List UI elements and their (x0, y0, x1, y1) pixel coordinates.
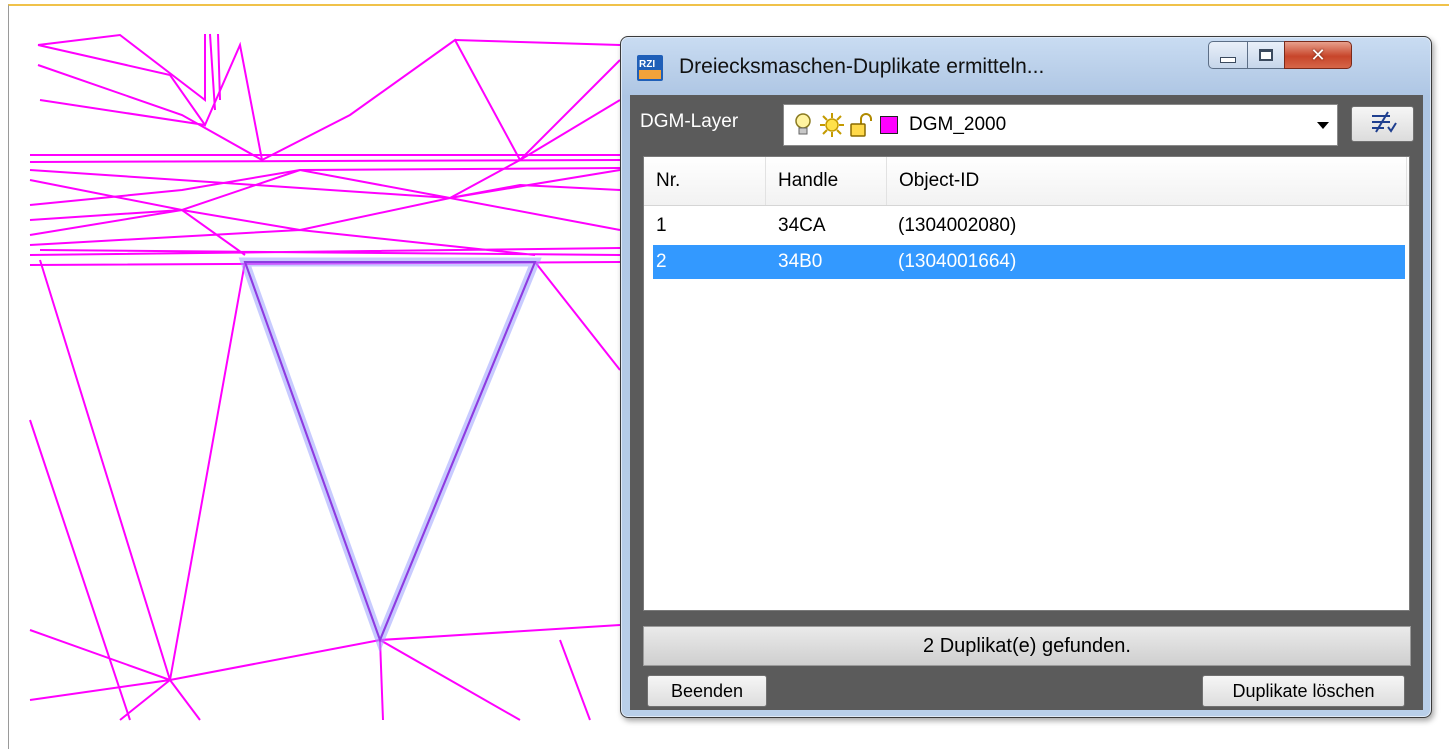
row-handle: 34CA (778, 215, 826, 236)
row-object-id: (1304002080) (898, 215, 1017, 236)
close-icon: ✕ (1310, 44, 1326, 66)
list-header: Nr. Handle Object-ID (644, 157, 1409, 206)
layer-name: DGM_2000 (909, 114, 1007, 135)
delete-duplicates-button[interactable]: Duplikate löschen (1202, 675, 1405, 707)
mesh-lines (29, 33, 621, 721)
chevron-down-icon[interactable] (1317, 122, 1329, 129)
maximize-button[interactable] (1247, 41, 1285, 69)
layer-state-icons: DGM_2000 (790, 110, 1006, 140)
rzi-app-icon: RZI (636, 54, 664, 82)
maximize-icon (1259, 49, 1273, 61)
column-header-handle[interactable]: Handle (766, 157, 887, 205)
status-bar: 2 Duplikat(e) gefunden. (643, 626, 1411, 666)
table-row[interactable]: 1 34CA (1304002080) (653, 209, 1405, 243)
layer-select-icon (1368, 109, 1398, 140)
close-dialog-button[interactable]: Beenden (647, 675, 767, 707)
row-object-id: (1304001664) (898, 251, 1017, 272)
column-header-nr[interactable]: Nr. (644, 157, 766, 205)
column-header-object-id[interactable]: Object-ID (887, 157, 1407, 205)
layer-select-button[interactable] (1351, 106, 1414, 142)
close-button[interactable]: ✕ (1284, 41, 1352, 69)
svg-text:RZI: RZI (639, 59, 655, 70)
table-row-selected[interactable]: 2 34B0 (1304001664) (653, 245, 1405, 279)
layer-color-swatch (880, 116, 898, 134)
sun-icon (819, 112, 845, 138)
layer-dropdown[interactable]: DGM_2000 (783, 104, 1338, 146)
selected-triangle (243, 261, 537, 643)
layer-label: DGM-Layer (640, 111, 739, 132)
title-bar[interactable]: RZI Dreiecksmaschen-Duplikate ermitteln.… (621, 37, 1431, 95)
minimize-icon (1220, 57, 1236, 63)
dialog-title: Dreiecksmaschen-Duplikate ermitteln... (679, 55, 1045, 78)
duplicates-dialog: RZI Dreiecksmaschen-Duplikate ermitteln.… (620, 36, 1432, 718)
minimize-button[interactable] (1208, 41, 1248, 69)
bulb-icon (790, 112, 816, 138)
row-handle: 34B0 (778, 251, 823, 272)
row-nr: 2 (656, 251, 667, 272)
unlock-icon (848, 112, 874, 138)
row-nr: 1 (656, 215, 667, 236)
selected-triangle-glow (238, 257, 542, 653)
duplicates-list[interactable]: Nr. Handle Object-ID 1 34CA (1304002080)… (643, 156, 1410, 611)
dialog-client: DGM-Layer DGM_2000 Nr. Handle Object-ID … (630, 95, 1423, 710)
